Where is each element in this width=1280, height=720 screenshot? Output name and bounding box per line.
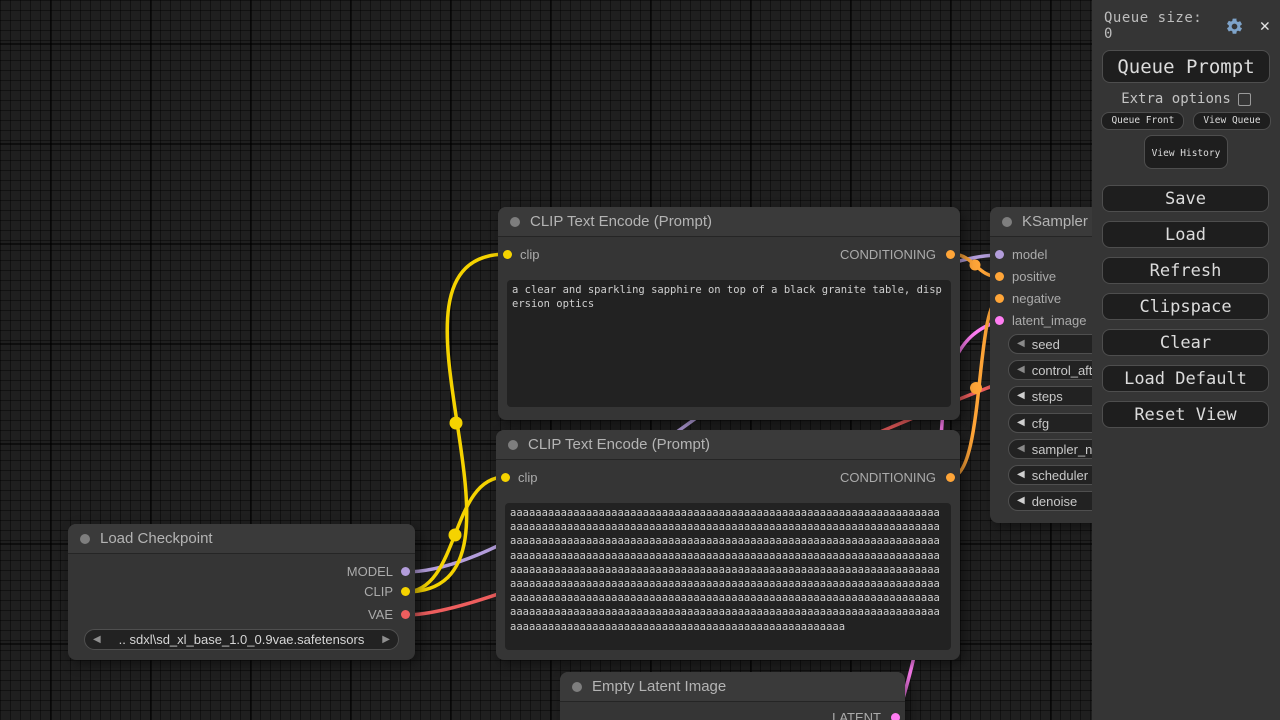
collapse-dot-icon[interactable] bbox=[1002, 217, 1012, 227]
node-empty-latent-image[interactable]: Empty Latent Image LATENT bbox=[560, 672, 905, 720]
node-clip-text-encode-positive[interactable]: CLIP Text Encode (Prompt) clip CONDITION… bbox=[498, 207, 960, 420]
input-label: clip bbox=[518, 470, 538, 485]
clear-button[interactable]: Clear bbox=[1102, 329, 1269, 356]
widget-prev-arrow-icon[interactable]: ◀ bbox=[1017, 444, 1025, 454]
node-title-bar[interactable]: Empty Latent Image bbox=[560, 672, 905, 702]
output-label-clip: CLIP bbox=[364, 584, 393, 599]
ckpt-name-combo-widget[interactable]: ◀ .. sdxl\sd_xl_base_1.0_0.9vae.safetens… bbox=[84, 629, 399, 650]
node-title: KSampler bbox=[1022, 213, 1088, 230]
input-label-latent-image: latent_image bbox=[1012, 313, 1086, 328]
widget-prev-arrow-icon[interactable]: ◀ bbox=[1017, 391, 1025, 401]
ckpt-name-value: .. sdxl\sd_xl_base_1.0_0.9vae.safetensor… bbox=[101, 632, 383, 647]
input-port-latent-image[interactable] bbox=[995, 316, 1004, 325]
output-label: CONDITIONING bbox=[840, 247, 936, 262]
widget-prev-arrow-icon[interactable]: ◀ bbox=[1017, 418, 1025, 428]
input-label-positive: positive bbox=[1012, 269, 1056, 284]
extra-options-label: Extra options bbox=[1121, 91, 1231, 107]
node-title-bar[interactable]: Load Checkpoint bbox=[68, 524, 415, 554]
queue-prompt-button[interactable]: Queue Prompt bbox=[1102, 50, 1270, 83]
settings-gear-icon[interactable] bbox=[1225, 17, 1244, 36]
load-default-button[interactable]: Load Default bbox=[1102, 365, 1269, 392]
link-dot bbox=[450, 417, 463, 430]
output-label-vae: VAE bbox=[368, 607, 393, 622]
node-title: Load Checkpoint bbox=[100, 530, 213, 547]
output-port-clip[interactable] bbox=[401, 587, 410, 596]
refresh-button[interactable]: Refresh bbox=[1102, 257, 1269, 284]
view-queue-button[interactable]: View Queue bbox=[1193, 112, 1270, 130]
widget-prev-arrow-icon[interactable]: ◀ bbox=[1017, 365, 1025, 375]
output-port-latent[interactable] bbox=[891, 713, 900, 720]
input-port-negative[interactable] bbox=[995, 294, 1004, 303]
widget-prev-arrow-icon[interactable]: ◀ bbox=[1017, 496, 1025, 506]
view-history-button[interactable]: View History bbox=[1144, 135, 1228, 169]
node-title: Empty Latent Image bbox=[592, 678, 726, 695]
widget-label: steps bbox=[1032, 389, 1063, 404]
link-dot bbox=[970, 382, 982, 394]
link-dot bbox=[449, 529, 462, 542]
prompt-textarea[interactable]: aaaaaaaaaaaaaaaaaaaaaaaaaaaaaaaaaaaaaaaa… bbox=[505, 503, 951, 650]
widget-prev-arrow-icon[interactable]: ◀ bbox=[1017, 339, 1025, 349]
collapse-dot-icon[interactable] bbox=[510, 217, 520, 227]
extra-options-row: Extra options bbox=[1092, 87, 1280, 112]
clipspace-button[interactable]: Clipspace bbox=[1102, 293, 1269, 320]
input-label: clip bbox=[520, 247, 540, 262]
input-label-negative: negative bbox=[1012, 291, 1061, 306]
node-clip-text-encode-negative[interactable]: CLIP Text Encode (Prompt) clip CONDITION… bbox=[496, 430, 960, 660]
widget-label: seed bbox=[1032, 337, 1060, 352]
prompt-textarea[interactable]: a clear and sparkling sapphire on top of… bbox=[507, 280, 951, 407]
comfyui-menu-panel: Queue size: 0 ✕ Queue Prompt Extra optio… bbox=[1092, 0, 1280, 720]
queue-size-label: Queue size: 0 bbox=[1104, 10, 1217, 42]
menu-header-row: Queue size: 0 ✕ bbox=[1092, 0, 1280, 44]
collapse-dot-icon[interactable] bbox=[508, 440, 518, 450]
queue-front-button[interactable]: Queue Front bbox=[1101, 112, 1184, 130]
collapse-dot-icon[interactable] bbox=[80, 534, 90, 544]
output-label-latent: LATENT bbox=[832, 710, 881, 720]
load-button[interactable]: Load bbox=[1102, 221, 1269, 248]
queue-size-value: 0 bbox=[1104, 26, 1113, 42]
link-dot bbox=[970, 260, 981, 271]
node-load-checkpoint[interactable]: Load Checkpoint MODEL CLIP VAE ◀ .. sdxl… bbox=[68, 524, 415, 660]
widget-label: scheduler bbox=[1032, 468, 1088, 483]
input-port-clip[interactable] bbox=[503, 250, 512, 259]
output-port-model[interactable] bbox=[401, 567, 410, 576]
combo-next-arrow-icon[interactable]: ▶ bbox=[382, 635, 390, 645]
widget-prev-arrow-icon[interactable]: ◀ bbox=[1017, 470, 1025, 480]
output-port-vae[interactable] bbox=[401, 610, 410, 619]
output-port-conditioning[interactable] bbox=[946, 250, 955, 259]
node-title-bar[interactable]: CLIP Text Encode (Prompt) bbox=[496, 430, 960, 460]
node-title: CLIP Text Encode (Prompt) bbox=[528, 436, 710, 453]
output-port-conditioning[interactable] bbox=[946, 473, 955, 482]
queue-actions-row: Queue Front View Queue bbox=[1092, 112, 1280, 130]
comfyui-canvas[interactable]: CLIP Text Encode (Prompt) clip CONDITION… bbox=[0, 0, 1280, 720]
save-button[interactable]: Save bbox=[1102, 185, 1269, 212]
reset-view-button[interactable]: Reset View bbox=[1102, 401, 1269, 428]
input-label-model: model bbox=[1012, 247, 1047, 262]
input-port-positive[interactable] bbox=[995, 272, 1004, 281]
combo-prev-arrow-icon[interactable]: ◀ bbox=[93, 635, 101, 645]
close-menu-icon[interactable]: ✕ bbox=[1260, 18, 1270, 35]
input-port-clip[interactable] bbox=[501, 473, 510, 482]
widget-label: cfg bbox=[1032, 416, 1049, 431]
node-title: CLIP Text Encode (Prompt) bbox=[530, 213, 712, 230]
input-port-model[interactable] bbox=[995, 250, 1004, 259]
node-title-bar[interactable]: CLIP Text Encode (Prompt) bbox=[498, 207, 960, 237]
output-label: CONDITIONING bbox=[840, 470, 936, 485]
widget-label: denoise bbox=[1032, 494, 1078, 509]
output-label-model: MODEL bbox=[347, 564, 393, 579]
collapse-dot-icon[interactable] bbox=[572, 682, 582, 692]
extra-options-checkbox[interactable] bbox=[1238, 93, 1251, 106]
